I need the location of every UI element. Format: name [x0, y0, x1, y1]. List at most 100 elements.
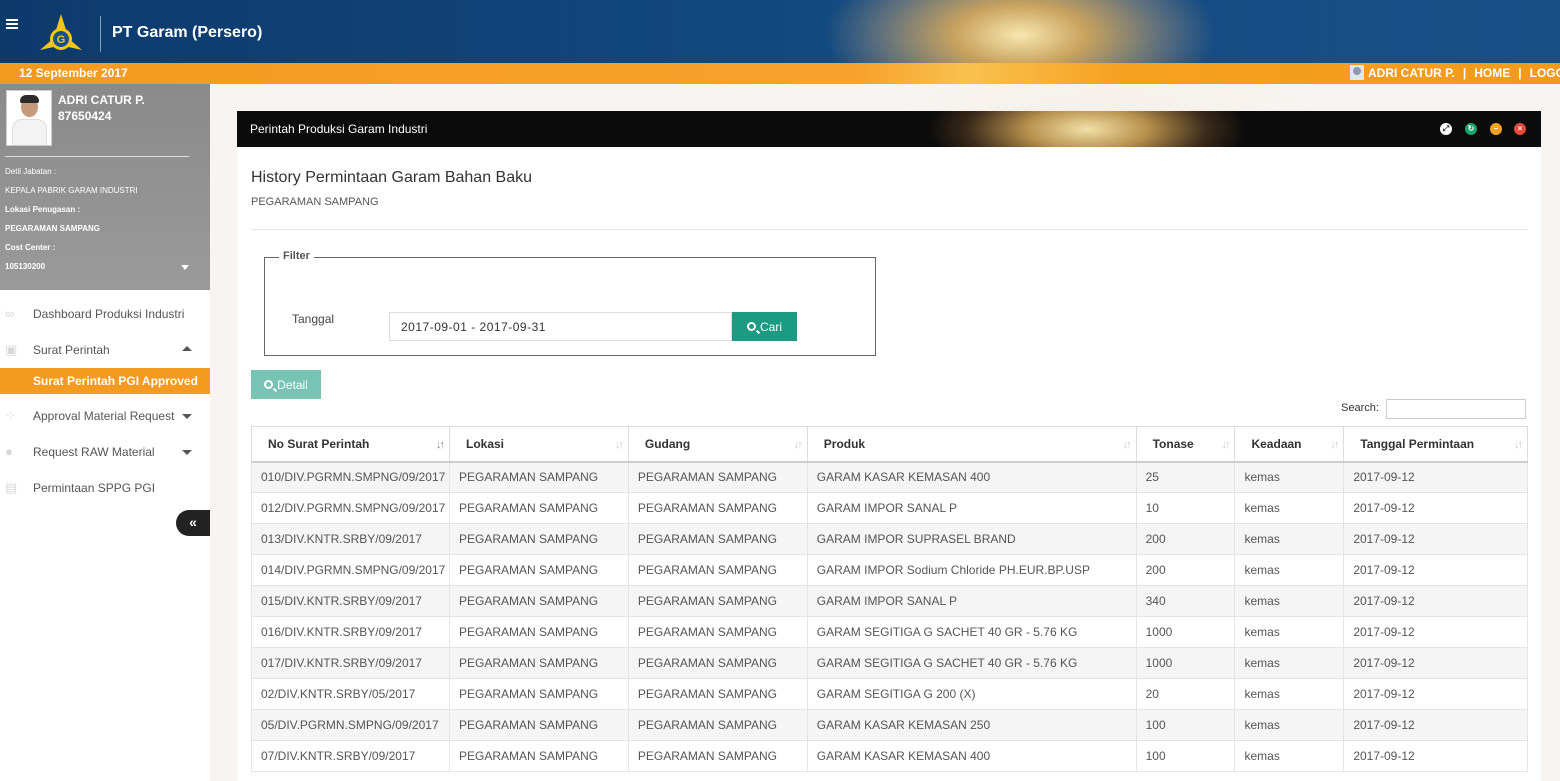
profile-photo	[6, 90, 52, 146]
profile-panel: ADRI CATUR P. 87650424 Detil Jabatan : K…	[0, 84, 210, 290]
infinity-icon: ∞	[5, 306, 15, 321]
table-cell: 07/DIV.KNTR.SRBY/09/2017	[251, 740, 450, 772]
column-header-lokasi[interactable]: Lokasi ↓↑	[448, 426, 629, 463]
column-header-no-surat[interactable]: No Surat Perintah ↓↑	[251, 426, 450, 463]
sidebar-item-label: Approval Material Request	[33, 409, 175, 423]
table-cell: PEGARAMAN SAMPANG	[627, 616, 808, 648]
sidebar-item-dashboard[interactable]: ∞ Dashboard Produksi Industri	[0, 296, 210, 332]
company-name: PT Garam (Persero)	[112, 24, 263, 41]
column-header-gudang[interactable]: Gudang ↓↑	[627, 426, 808, 463]
logout-link[interactable]: LOGOUT	[1530, 66, 1560, 80]
table-cell: GARAM SEGITIGA G 200 (X)	[806, 678, 1137, 710]
table-cell: GARAM SEGITIGA G SACHET 40 GR - 5.76 KG	[806, 647, 1137, 679]
table-cell: kemas	[1234, 461, 1345, 493]
table-cell: 2017-09-12	[1343, 585, 1528, 617]
table-cell: PEGARAMAN SAMPANG	[448, 585, 629, 617]
sidebar-item-label: Permintaan SPPG PGI	[33, 481, 156, 495]
table-cell: 2017-09-12	[1343, 678, 1528, 710]
sort-icon: ↓↑	[614, 439, 624, 451]
table-row[interactable]: 012/DIV.PGRMN.SMPNG/09/2017 PEGARAMAN SAM…	[251, 492, 1528, 524]
minimize-icon[interactable]: –	[1490, 123, 1502, 135]
table-cell: kemas	[1234, 492, 1345, 524]
table-cell: GARAM IMPOR SUPRASEL BRAND	[806, 523, 1137, 555]
table-cell: PEGARAMAN SAMPANG	[448, 616, 629, 648]
table-cell: 017/DIV.KNTR.SRBY/09/2017	[251, 647, 450, 679]
date-range-input[interactable]	[389, 312, 732, 341]
table-cell: 015/DIV.KNTR.SRBY/09/2017	[251, 585, 450, 617]
sidebar-item-label: Dashboard Produksi Industri	[33, 307, 185, 321]
sort-icon: ↓↑	[1122, 439, 1132, 451]
sort-icon: ↓↑	[793, 439, 803, 451]
table-cell: 014/DIV.PGRMN.SMPNG/09/2017	[251, 554, 450, 586]
jabatan-value: KEPALA PABRIK GARAM INDUSTRI	[5, 186, 138, 195]
divider	[251, 229, 1528, 230]
refresh-icon[interactable]: ↻	[1465, 123, 1477, 135]
table-row[interactable]: 013/DIV.KNTR.SRBY/09/2017 PEGARAMAN SAMPA…	[251, 523, 1528, 555]
profile-name-block: ADRI CATUR P. 87650424	[58, 92, 145, 124]
table-row[interactable]: 014/DIV.PGRMN.SMPNG/09/2017 PEGARAMAN SAM…	[251, 554, 1528, 586]
table-cell: 100	[1135, 740, 1236, 772]
table-row[interactable]: 017/DIV.KNTR.SRBY/09/2017 PEGARAMAN SAMPA…	[251, 647, 1528, 679]
table-cell: kemas	[1234, 523, 1345, 555]
table-cell: PEGARAMAN SAMPANG	[448, 461, 629, 493]
column-header-tanggal[interactable]: Tanggal Permintaan ↓↑	[1343, 426, 1528, 463]
sidebar-item-permintaan-sppg[interactable]: ▤ Permintaan SPPG PGI	[0, 470, 210, 506]
table-cell: PEGARAMAN SAMPANG	[448, 647, 629, 679]
cost-center-label: Cost Center :	[5, 243, 56, 252]
table-row[interactable]: 07/DIV.KNTR.SRBY/09/2017 PEGARAMAN SAMPAN…	[251, 740, 1528, 772]
sidebar-nav: ∞ Dashboard Produksi Industri ▣ Surat Pe…	[0, 296, 210, 506]
share-icon: ⁘	[5, 408, 16, 423]
hamburger-menu-icon[interactable]	[6, 19, 18, 29]
column-header-produk[interactable]: Produk ↓↑	[806, 426, 1137, 463]
table-cell: 016/DIV.KNTR.SRBY/09/2017	[251, 616, 450, 648]
jabatan-label: Detil Jabatan :	[5, 167, 57, 176]
table-cell: 340	[1135, 585, 1236, 617]
comment-icon: ▤	[5, 480, 18, 495]
cari-button[interactable]: Cari	[732, 312, 797, 341]
lokasi-label: Lokasi Penugasan :	[5, 205, 81, 214]
table-cell: 25	[1135, 461, 1236, 493]
panel-header: Perintah Produksi Garam Industri ⤢ ↻ – ×	[237, 111, 1541, 147]
table-cell: 2017-09-12	[1343, 616, 1528, 648]
table-search-input[interactable]	[1386, 399, 1526, 419]
table-cell: PEGARAMAN SAMPANG	[627, 678, 808, 710]
sort-icon: ↓↑	[1514, 439, 1523, 451]
table-row[interactable]: 016/DIV.KNTR.SRBY/09/2017 PEGARAMAN SAMPA…	[251, 616, 1528, 648]
sidebar-item-approval[interactable]: ⁘ Approval Material Request	[0, 398, 210, 434]
table-cell: kemas	[1234, 585, 1345, 617]
drop-icon: ●	[5, 444, 13, 459]
sidebar-subitem-surat-pgi-approved[interactable]: Surat Perintah PGI Approved	[0, 368, 210, 394]
column-header-keadaan[interactable]: Keadaan ↓↑	[1234, 426, 1345, 463]
expand-icon[interactable]: ⤢	[1440, 123, 1452, 135]
table-cell: PEGARAMAN SAMPANG	[448, 523, 629, 555]
table-row[interactable]: 02/DIV.KNTR.SRBY/05/2017 PEGARAMAN SAMPAN…	[251, 678, 1528, 710]
close-icon[interactable]: ×	[1514, 123, 1526, 135]
filter-legend: Filter	[279, 250, 314, 262]
collapse-sidebar-button[interactable]: «	[176, 510, 210, 536]
table-row[interactable]: 05/DIV.PGRMN.SMPNG/09/2017 PEGARAMAN SAMP…	[251, 709, 1528, 741]
table-cell: kemas	[1234, 740, 1345, 772]
table-cell: 02/DIV.KNTR.SRBY/05/2017	[251, 678, 450, 710]
table-cell: GARAM KASAR KEMASAN 400	[806, 461, 1137, 493]
table-cell: 2017-09-12	[1343, 492, 1528, 524]
table-cell: PEGARAMAN SAMPANG	[627, 492, 808, 524]
table-row[interactable]: 015/DIV.KNTR.SRBY/09/2017 PEGARAMAN SAMPA…	[251, 585, 1528, 617]
profile-id: 87650424	[58, 109, 112, 123]
lokasi-value: PEGARAMAN SAMPANG	[5, 224, 100, 233]
table-cell: 10	[1135, 492, 1236, 524]
table-body: 010/DIV.PGRMN.SMPNG/09/2017 PEGARAMAN SAM…	[251, 461, 1528, 772]
table-cell: PEGARAMAN SAMPANG	[627, 523, 808, 555]
table-row[interactable]: 010/DIV.PGRMN.SMPNG/09/2017 PEGARAMAN SAM…	[251, 461, 1528, 493]
table-cell: kemas	[1234, 647, 1345, 679]
home-link[interactable]: HOME	[1474, 66, 1510, 80]
sort-icon: ↓↑	[1330, 439, 1339, 451]
detail-button[interactable]: Detail	[251, 370, 321, 399]
page-title: History Permintaan Garam Bahan Baku	[251, 169, 533, 186]
sidebar-item-surat-perintah[interactable]: ▣ Surat Perintah	[0, 332, 210, 368]
column-header-tonase[interactable]: Tonase ↓↑	[1135, 426, 1236, 463]
profile-expand-caret-icon[interactable]	[181, 265, 189, 270]
sidebar-item-request-raw[interactable]: ● Request RAW Material	[0, 434, 210, 470]
table-cell: PEGARAMAN SAMPANG	[627, 740, 808, 772]
table-cell: 05/DIV.PGRMN.SMPNG/09/2017	[251, 709, 450, 741]
table-cell: PEGARAMAN SAMPANG	[448, 492, 629, 524]
